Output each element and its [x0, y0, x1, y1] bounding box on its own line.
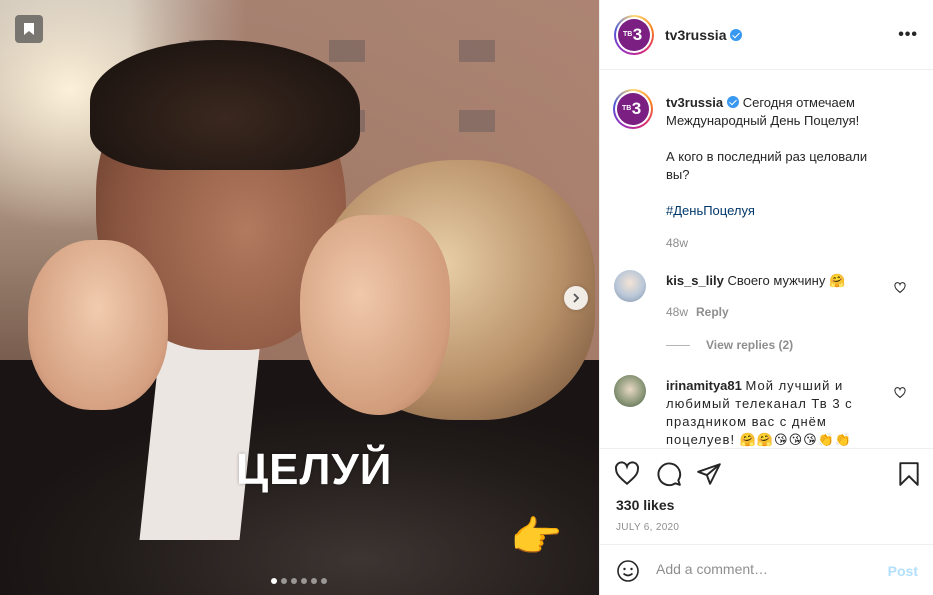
verified-icon — [727, 96, 740, 108]
comment-username[interactable]: kis_s_lily — [666, 273, 724, 288]
carousel-dot — [321, 578, 327, 584]
share-icon[interactable] — [696, 461, 722, 487]
caption-line2: А кого в последний раз целовали вы? — [666, 149, 868, 182]
post-button[interactable]: Post — [888, 563, 918, 579]
comment-text: kis_s_lily Своего мужчину 🤗 — [666, 273, 846, 288]
comment-input[interactable] — [656, 561, 876, 577]
hashtag-link[interactable]: #ДеньПоцелуя — [666, 202, 886, 220]
carousel-next-button[interactable] — [564, 286, 588, 310]
post-date[interactable]: JULY 6, 2020 — [616, 522, 679, 533]
carousel-dot — [301, 578, 307, 584]
heart-icon[interactable] — [894, 387, 906, 399]
verified-icon — [730, 28, 743, 41]
avatar[interactable]: ТВ 3 — [613, 89, 653, 129]
chevron-right-icon — [573, 293, 580, 303]
heart-icon[interactable] — [894, 282, 906, 294]
caption-username[interactable]: tv3russia — [666, 95, 723, 110]
comment-icon[interactable] — [656, 461, 682, 487]
pointing-hand-icon: 👉 — [510, 513, 563, 560]
smile-icon[interactable] — [616, 559, 640, 583]
carousel-indicator — [271, 578, 327, 584]
like-count[interactable]: 330 likes — [616, 497, 674, 513]
media-overlay-text: ЦЕЛУЙ — [236, 445, 393, 494]
bookmark-button[interactable] — [15, 15, 43, 43]
view-replies-button[interactable]: View replies (2) — [666, 338, 793, 352]
carousel-dot — [281, 578, 287, 584]
add-comment-bar: Post — [600, 544, 933, 595]
building-window — [459, 40, 495, 62]
tv3-logo: ТВ 3 — [618, 18, 650, 51]
more-icon[interactable]: ••• — [898, 26, 918, 44]
tv3-logo: ТВ 3 — [617, 93, 649, 125]
building-window — [329, 40, 365, 62]
post-side-panel: ТВ 3 tv3russia ••• ТВ 3 tv3russia Сегодн… — [599, 0, 933, 595]
heart-icon[interactable] — [614, 461, 640, 487]
save-icon[interactable] — [896, 461, 922, 487]
post-username[interactable]: tv3russia — [665, 27, 726, 43]
reply-button[interactable]: Reply — [696, 305, 729, 319]
post-header: ТВ 3 tv3russia ••• — [600, 0, 933, 70]
carousel-dot — [311, 578, 317, 584]
avatar[interactable]: ТВ 3 — [614, 14, 654, 55]
comment-meta: 48w Reply — [666, 305, 729, 319]
commenter-avatar[interactable] — [614, 375, 646, 407]
post-actions: 330 likes JULY 6, 2020 — [600, 448, 933, 544]
bookmark-icon — [24, 23, 34, 35]
comments-list[interactable]: ТВ 3 tv3russia Сегодня отмечаем Междунар… — [600, 70, 933, 448]
commenter-avatar[interactable] — [614, 270, 646, 302]
carousel-dot — [271, 578, 277, 584]
carousel-dot — [291, 578, 297, 584]
caption-text: tv3russia Сегодня отмечаем Международный… — [666, 94, 886, 220]
post-media[interactable]: ЦЕЛУЙ 👉 — [0, 0, 599, 595]
hand-shape — [28, 240, 168, 410]
man-hair-shape — [90, 40, 360, 170]
building-window — [459, 110, 495, 132]
comment-username[interactable]: irinamitya81 — [666, 378, 742, 393]
comment-text: irinamitya81 Мой лучший и любимый телека… — [666, 378, 853, 447]
caption-time[interactable]: 48w — [666, 236, 688, 250]
